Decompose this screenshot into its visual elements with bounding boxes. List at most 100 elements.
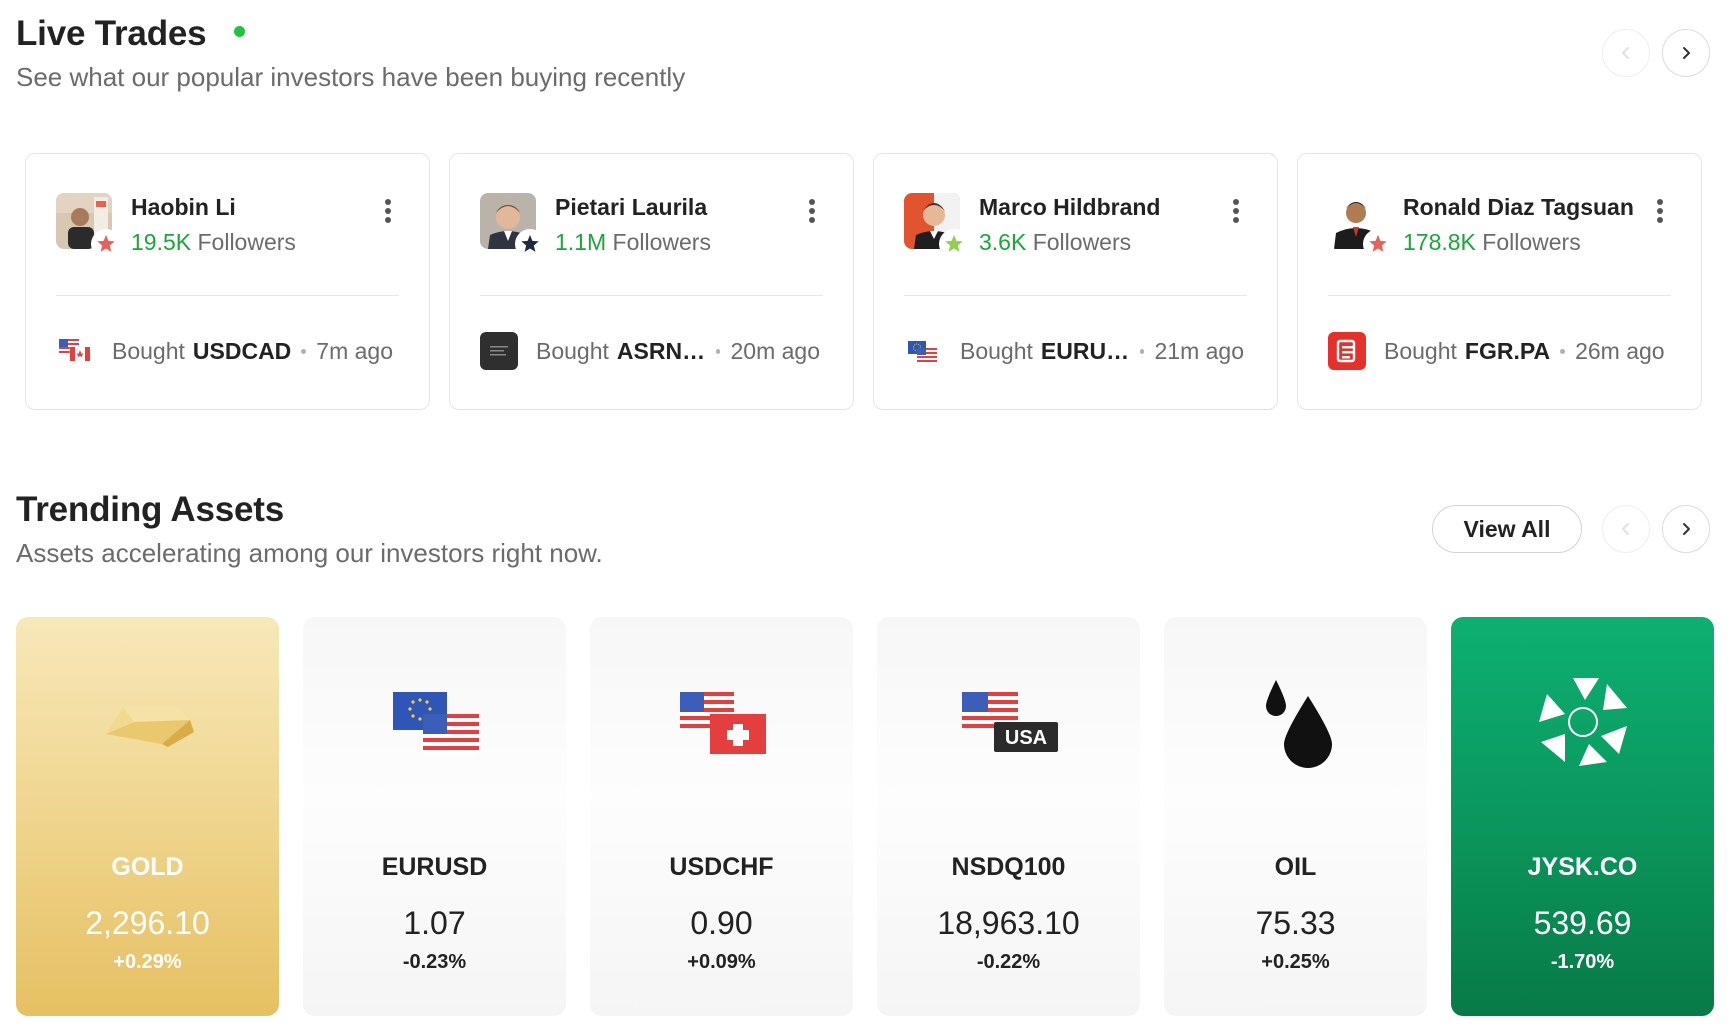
asset-card-jysk[interactable]: JYSK.CO 539.69 -1.70% — [1451, 617, 1714, 1016]
asrnl-logo-icon — [480, 332, 518, 370]
followers-count: 19.5K Followers — [131, 229, 296, 256]
asset-change: +0.25% — [1261, 951, 1330, 973]
asset-price: 18,963.10 — [937, 905, 1080, 941]
asset-card-oil[interactable]: OIL 75.33 +0.25% — [1164, 617, 1427, 1016]
trade-info: Bought USDCAD 7m ago — [56, 332, 396, 370]
more-options-icon[interactable] — [805, 196, 819, 226]
trader-name[interactable]: Pietari Laurila — [555, 194, 707, 221]
live-trades-subtitle: See what our popular investors have been… — [16, 62, 686, 92]
asset-name: OIL — [1274, 853, 1317, 881]
trending-assets-title: Trending Assets — [16, 490, 284, 529]
live-trades-header: Live Trades See what our popular investo… — [16, 14, 685, 93]
chevron-left-icon — [1622, 47, 1629, 59]
live-trades-prev-button[interactable] — [1602, 29, 1650, 77]
chevron-right-icon — [1683, 47, 1690, 59]
trade-time: 7m ago — [316, 337, 394, 364]
star-badge — [939, 229, 969, 259]
asset-name: JYSK.CO — [1527, 853, 1638, 881]
star-icon — [945, 234, 963, 252]
trade-card[interactable]: Ronald Diaz Tagsuan 178.8K Followers Bou… — [1297, 153, 1702, 410]
asset-price: 0.90 — [690, 905, 753, 941]
star-icon — [97, 234, 115, 252]
asset-name: EURUSD — [381, 853, 488, 881]
eur-usd-flags-icon — [375, 672, 495, 772]
trade-time: 26m ago — [1575, 337, 1665, 364]
live-trades-carousel: Haobin Li 19.5K Followers Bought USDCAD … — [25, 153, 1703, 410]
followers-number: 178.8K — [1403, 229, 1476, 255]
trade-symbol[interactable]: FGR.PA — [1465, 338, 1550, 365]
live-trades-title: Live Trades — [16, 14, 207, 53]
trade-time: 20m ago — [730, 337, 820, 364]
eur-usd-flags-icon — [904, 332, 942, 370]
asset-change: +0.09% — [687, 951, 756, 973]
star-badge — [1363, 229, 1393, 259]
more-options-icon[interactable] — [1653, 196, 1667, 226]
separator-dot — [301, 348, 307, 354]
followers-number: 1.1M — [555, 229, 607, 255]
usd-chf-flags-icon — [662, 672, 782, 772]
asset-card-gold[interactable]: GOLD 2,296.10 +0.29% — [16, 617, 279, 1016]
asset-change: -0.23% — [402, 951, 467, 973]
separator-dot — [715, 348, 721, 354]
followers-label: Followers — [197, 229, 296, 255]
trade-symbol[interactable]: EURUSD — [1041, 338, 1130, 365]
trade-card[interactable]: Pietari Laurila 1.1M Followers Bought AS… — [449, 153, 854, 410]
trade-info: Bought EURUSD 21m ago — [904, 332, 1244, 370]
star-icon — [1369, 234, 1387, 252]
trade-symbol[interactable]: USDCAD — [193, 338, 291, 365]
trade-info: Bought ASRNL... 20m ago — [480, 332, 820, 370]
trader-name[interactable]: Haobin Li — [131, 194, 236, 221]
followers-number: 19.5K — [131, 229, 192, 255]
star-icon — [521, 234, 539, 252]
fgr-logo-icon — [1328, 332, 1366, 370]
asset-change: -0.22% — [976, 951, 1041, 973]
star-badge — [91, 229, 121, 259]
trader-name[interactable]: Marco Hildbrand — [979, 194, 1160, 221]
gold-bar-icon — [88, 672, 208, 772]
asset-change: -1.70% — [1550, 951, 1615, 973]
trader-name[interactable]: Ronald Diaz Tagsuan — [1403, 194, 1634, 221]
followers-number: 3.6K — [979, 229, 1027, 255]
asset-card-usdchf[interactable]: USDCHF 0.90 +0.09% — [590, 617, 853, 1016]
trade-time: 21m ago — [1154, 337, 1244, 364]
trade-action: Bought — [112, 337, 185, 364]
oil-drops-icon — [1236, 672, 1356, 772]
star-badge — [515, 229, 545, 259]
chevron-left-icon — [1622, 523, 1629, 535]
trade-action: Bought — [1384, 337, 1457, 364]
asset-price: 75.33 — [1255, 905, 1336, 941]
trending-assets-next-button[interactable] — [1662, 505, 1710, 553]
view-all-button[interactable]: View All — [1432, 505, 1582, 553]
divider — [56, 295, 399, 296]
followers-label: Followers — [1032, 229, 1132, 255]
followers-count: 1.1M Followers — [555, 229, 711, 256]
live-trades-next-button[interactable] — [1662, 29, 1710, 77]
more-options-icon[interactable] — [381, 196, 395, 226]
live-trades-title-row: Live Trades — [16, 14, 685, 54]
asset-name: GOLD — [111, 853, 184, 881]
asset-card-nsdq100[interactable]: USA NSDQ100 18,963.10 -0.22% — [877, 617, 1140, 1016]
trending-assets-header: Trending Assets Assets accelerating amon… — [16, 490, 603, 569]
separator-dot — [1560, 348, 1566, 354]
divider — [480, 295, 823, 296]
asset-change: +0.29% — [113, 951, 182, 973]
more-options-icon[interactable] — [1229, 196, 1243, 226]
divider — [904, 295, 1247, 296]
trending-assets-carousel: GOLD 2,296.10 +0.29% EURUSD 1.07 -0.23% — [16, 617, 1714, 1016]
trade-card[interactable]: Haobin Li 19.5K Followers Bought USDCAD … — [25, 153, 430, 410]
chevron-right-icon — [1683, 523, 1690, 535]
trade-info: Bought FGR.PA 26m ago — [1328, 332, 1668, 370]
jyske-logo-icon — [1523, 672, 1643, 772]
asset-price: 539.69 — [1533, 905, 1632, 941]
trending-assets-prev-button[interactable] — [1602, 505, 1650, 553]
divider — [1328, 295, 1671, 296]
trade-card[interactable]: Marco Hildbrand 3.6K Followers Bought EU… — [873, 153, 1278, 410]
asset-name: NSDQ100 — [951, 853, 1066, 881]
usd-cad-flags-icon — [56, 332, 94, 370]
followers-label: Followers — [612, 229, 711, 255]
trade-action: Bought — [536, 337, 609, 364]
asset-card-eurusd[interactable]: EURUSD 1.07 -0.23% — [303, 617, 566, 1016]
asset-name: USDCHF — [669, 853, 774, 881]
trade-symbol[interactable]: ASRNL... — [617, 338, 706, 365]
live-indicator-dot — [234, 25, 246, 37]
